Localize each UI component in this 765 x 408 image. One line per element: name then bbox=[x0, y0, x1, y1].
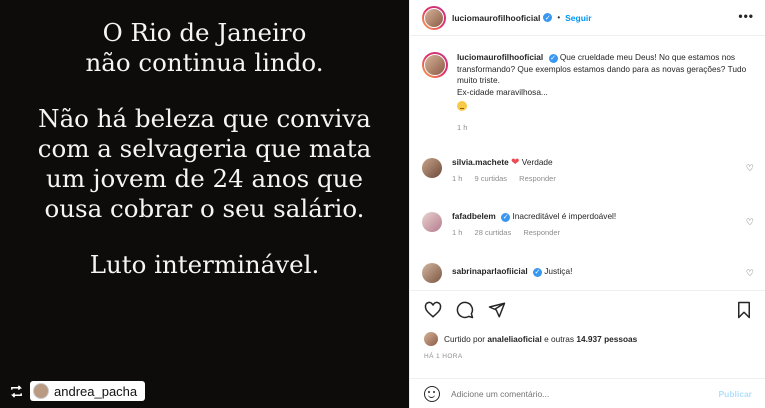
reply-button[interactable]: Responder bbox=[519, 174, 556, 183]
header-avatar[interactable] bbox=[422, 5, 446, 30]
comment-body: sabrinaparlaofiicial ✓ Justiça! bbox=[452, 262, 732, 283]
media-line: Não há beleza que conviva bbox=[38, 104, 371, 133]
comment-item: sabrinaparlaofiicial ✓ Justiça! ♡ bbox=[422, 262, 758, 283]
liked-by-avatar[interactable] bbox=[424, 332, 438, 346]
comment-meta: 1 h 28 curtidas Responder bbox=[452, 227, 732, 238]
verified-badge-icon: ✓ bbox=[532, 268, 542, 277]
media-text-block-2: Não há beleza que conviva com a selvager… bbox=[0, 104, 409, 224]
comment-avatar[interactable] bbox=[422, 212, 442, 232]
sad-face-emoji-icon bbox=[457, 101, 467, 111]
caption-meta: 1 h bbox=[457, 122, 747, 134]
liked-count[interactable]: 14.937 pessoas bbox=[576, 334, 637, 344]
media-text: O Rio de Janeiro não continua lindo. Não… bbox=[0, 18, 409, 306]
comment-input[interactable] bbox=[451, 389, 719, 399]
repost-icon bbox=[8, 383, 24, 399]
repost-tag[interactable]: andrea_pacha bbox=[30, 381, 146, 401]
media-text-block-3: Luto interminável. bbox=[0, 250, 409, 280]
share-icon[interactable] bbox=[488, 301, 506, 319]
media-line: ousa cobrar o seu salário. bbox=[44, 194, 365, 223]
publish-button[interactable]: Publicar bbox=[718, 389, 752, 399]
repost-credit[interactable]: andrea_pacha bbox=[8, 380, 146, 402]
verified-badge-icon: ✓ bbox=[543, 13, 553, 22]
media-line: com a selvageria que mata bbox=[37, 134, 372, 163]
caption-time: 1 h bbox=[457, 122, 468, 132]
media-line: O Rio de Janeiro bbox=[102, 18, 307, 47]
comment-time: 1 h bbox=[452, 228, 463, 237]
post-time[interactable]: HÁ 1 HORA bbox=[424, 353, 463, 360]
liked-suffix: e outras bbox=[544, 334, 575, 344]
comment-username[interactable]: fafadbelem bbox=[452, 211, 496, 221]
liked-prefix: Curtido por bbox=[444, 334, 486, 344]
verified-badge-icon: ✓ bbox=[548, 54, 558, 64]
post-actions: Curtido por analeliaoficial e outras 14.… bbox=[410, 290, 765, 408]
comment-username[interactable]: silvia.machete bbox=[452, 157, 509, 167]
media-line: um jovem de 24 anos que bbox=[46, 164, 363, 193]
repost-username: andrea_pacha bbox=[54, 383, 138, 399]
comment-meta: 1 h 9 curtidas Responder bbox=[452, 173, 732, 184]
comment-avatar[interactable] bbox=[422, 263, 442, 283]
comment-time: 1 h bbox=[452, 174, 463, 183]
media-line: não continua lindo. bbox=[85, 48, 324, 77]
action-icons bbox=[424, 301, 506, 319]
heart-icon[interactable] bbox=[424, 301, 442, 319]
more-options-icon[interactable]: ••• bbox=[738, 9, 754, 23]
liked-user[interactable]: analeliaoficial bbox=[487, 334, 541, 344]
post-header: luciomaurofilhooficial ✓ • Seguir ••• bbox=[410, 0, 765, 36]
comment-icon[interactable] bbox=[456, 301, 474, 319]
comment-text: Justiça! bbox=[544, 266, 573, 276]
follow-button[interactable]: Seguir bbox=[565, 13, 591, 23]
add-comment-bar: Publicar bbox=[410, 378, 765, 408]
post-media: O Rio de Janeiro não continua lindo. Não… bbox=[0, 0, 409, 408]
post-caption: luciomaurofilhooficial ✓ Que crueldade m… bbox=[422, 52, 752, 133]
bookmark-icon[interactable] bbox=[736, 301, 752, 319]
comment-like-heart-icon[interactable]: ♡ bbox=[746, 163, 754, 174]
separator-dot: • bbox=[557, 13, 561, 22]
comment-likes[interactable]: 9 curtidas bbox=[475, 174, 508, 183]
comment-text: Verdade bbox=[521, 157, 553, 167]
liked-by: Curtido por analeliaoficial e outras 14.… bbox=[424, 332, 637, 346]
comment-body: silvia.machete ❤ Verdade 1 h 9 curtidas … bbox=[452, 157, 732, 184]
comment-like-heart-icon[interactable]: ♡ bbox=[746, 268, 754, 279]
media-text-block-1: O Rio de Janeiro não continua lindo. bbox=[0, 18, 409, 78]
verified-badge-icon: ✓ bbox=[501, 213, 511, 222]
comment-text: Inacreditável é imperdoável! bbox=[512, 211, 617, 221]
comment-item: fafadbelem ✓ Inacreditável é imperdoável… bbox=[422, 211, 758, 238]
emoji-icon[interactable] bbox=[424, 386, 440, 402]
caption-text-2: Ex-cidade maravilhosa... bbox=[457, 86, 548, 97]
media-line: Luto interminável. bbox=[89, 250, 320, 279]
repost-avatar bbox=[33, 383, 49, 399]
comment-likes[interactable]: 28 curtidas bbox=[475, 228, 512, 237]
caption-avatar[interactable] bbox=[422, 52, 448, 78]
comment-avatar[interactable] bbox=[422, 158, 442, 178]
caption-username[interactable]: luciomaurofilhooficial bbox=[457, 52, 543, 62]
red-heart-emoji-icon: ❤ bbox=[511, 157, 520, 168]
comment-like-heart-icon[interactable]: ♡ bbox=[746, 217, 754, 228]
comment-body: fafadbelem ✓ Inacreditável é imperdoável… bbox=[452, 211, 732, 238]
reply-button[interactable]: Responder bbox=[523, 228, 560, 237]
caption-body: luciomaurofilhooficial ✓ Que crueldade m… bbox=[457, 52, 747, 133]
post-sidebar: luciomaurofilhooficial ✓ • Seguir ••• lu… bbox=[409, 0, 765, 408]
header-username[interactable]: luciomaurofilhooficial bbox=[452, 13, 540, 23]
comment-username[interactable]: sabrinaparlaofiicial bbox=[452, 266, 528, 276]
comment-item: silvia.machete ❤ Verdade 1 h 9 curtidas … bbox=[422, 157, 758, 184]
